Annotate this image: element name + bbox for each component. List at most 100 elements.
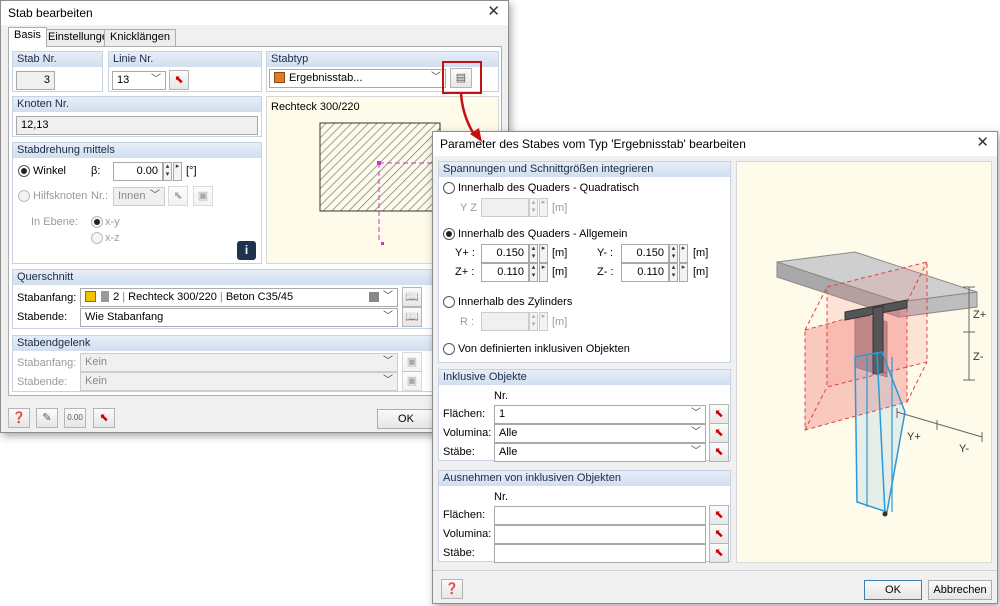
zylinder-radio[interactable] [443,296,455,308]
r-unit: [m] [552,316,567,328]
new-hinge-end-button[interactable]: ▣ [402,371,422,391]
beta-input[interactable]: 0.00 [113,162,163,181]
yp-input[interactable]: 0.150 [481,244,529,263]
yz-input[interactable] [481,198,529,217]
pick-aus-volumina-button[interactable]: ⬉ [709,524,729,544]
pick-line-button[interactable]: ⬉ [169,70,189,90]
help-button[interactable]: ❓ [441,579,463,599]
volumina-select[interactable]: Alle ﹀ [494,424,706,443]
tab-basis[interactable]: Basis [8,27,47,47]
help-button[interactable]: ❓ [8,408,30,428]
gelenk-anfang-select[interactable]: Kein ﹀ [80,353,398,372]
zm-menu-arrow[interactable]: ▸ [679,263,688,282]
title-bar: Stab bearbeiten ✕ [1,1,508,25]
ym-spinner[interactable]: ▴▾ [669,244,678,263]
group-header: Stabendgelenk [13,336,498,351]
new-hinge-button[interactable]: ▣ [402,352,422,372]
pick-aus-staebe-button[interactable]: ⬉ [709,543,729,563]
help-icon: ❓ [12,412,26,424]
chevron-down-icon: ﹀ [150,189,160,202]
pick-cursor-icon: ⬉ [714,509,723,521]
xz-radio[interactable] [91,232,103,244]
ok-button[interactable]: OK [377,409,435,429]
zp-spinner[interactable]: ▴▾ [529,263,538,282]
pick-aus-flaechen-button[interactable]: ⬉ [709,505,729,525]
flaechen-select[interactable]: 1 ﹀ [494,405,706,424]
library-icon: 📖 [405,291,419,303]
stabtyp-select[interactable]: Ergebnisstab... ﹀ [269,69,446,88]
linie-nr-select[interactable]: 13 ﹀ [112,71,166,90]
group-stabendgelenk: Stabendgelenk Stabanfang: Kein ﹀ ▣ Stabe… [12,335,499,392]
help-icon: ❓ [445,583,459,595]
group-header: Stabdrehung mittels [13,143,261,158]
winkel-radio[interactable] [18,165,30,177]
select-in-graphic-button[interactable]: ⬉ [93,408,115,428]
xy-radio[interactable] [91,216,103,228]
gelenk-ende-value: Kein [85,375,107,387]
yp-menu-arrow[interactable]: ▸ [539,244,548,263]
staebe-select[interactable]: Alle ﹀ [494,443,706,462]
new-node-button[interactable]: ▣ [193,186,213,206]
zp-input[interactable]: 0.110 [481,263,529,282]
hilfsknoten-select[interactable]: Innen ﹀ [113,187,165,206]
cancel-button[interactable]: Abbrechen [928,580,992,600]
querschnitt-ende-value: Wie Stabanfang [85,311,163,323]
yz-spinner[interactable]: ▴▾ [529,198,538,217]
chevron-down-icon: ﹀ [383,355,393,368]
section-library-end-button[interactable]: 📖 [402,307,422,327]
r-input[interactable] [481,312,529,331]
yp-spinner[interactable]: ▴▾ [529,244,538,263]
decimal-places-icon: 0.00 [67,413,83,422]
nr-column-header: Nr. [494,390,508,402]
nr-label: Nr.: [91,190,108,202]
beta-unit: [°] [186,165,197,177]
tab-knicklaengen[interactable]: Knicklängen [104,29,176,46]
close-icon[interactable]: ✕ [487,4,500,20]
beta-menu-arrow[interactable]: ▸ [173,162,182,181]
stabanfang-label: Stabanfang: [17,292,76,304]
result-beam-illustration: Z+ Z- Y+ Y- [736,161,992,563]
hilfsknoten-radio[interactable] [18,190,30,202]
ym-input[interactable]: 0.150 [621,244,669,263]
zp-menu-arrow[interactable]: ▸ [539,263,548,282]
pick-node-button[interactable]: ⬉ [168,186,188,206]
r-menu-arrow[interactable]: ▸ [539,312,548,331]
quader-quadratisch-radio[interactable] [443,182,455,194]
pick-staebe-button[interactable]: ⬉ [709,442,729,462]
aus-staebe-input[interactable] [494,544,706,563]
pick-flaechen-button[interactable]: ⬉ [709,404,729,424]
group-ausnehmen: Ausnehmen von inklusiven Objekten Nr. Fl… [438,470,731,562]
querschnitt-ende-select[interactable]: Wie Stabanfang ﹀ [80,308,398,327]
gelenk-anfang-label: Stabanfang: [17,357,76,369]
units-button[interactable]: 0.00 [64,408,86,428]
ym-menu-arrow[interactable]: ▸ [679,244,688,263]
zm-dimension-label: Z- [973,351,984,363]
inklusive-objekte-label: Von definierten inklusiven Objekten [458,343,630,355]
close-icon[interactable]: ✕ [976,135,989,151]
quader-allgemein-radio[interactable] [443,228,455,240]
footer-separator [433,570,997,571]
inklusive-objekte-radio[interactable] [443,343,455,355]
chevron-down-icon: ﹀ [691,445,701,458]
yz-menu-arrow[interactable]: ▸ [539,198,548,217]
ok-button[interactable]: OK [864,580,922,600]
aus-flaechen-input[interactable] [494,506,706,525]
aus-volumina-input[interactable] [494,525,706,544]
querschnitt-anfang-select[interactable]: 2 | Rechteck 300/220 | Beton C35/45 ﹀ [80,288,398,307]
pick-volumina-button[interactable]: ⬉ [709,423,729,443]
info-button[interactable]: i [237,241,256,260]
pick-cursor-icon: ⬉ [173,190,182,202]
zm-spinner[interactable]: ▴▾ [669,263,678,282]
zm-input[interactable]: 0.110 [621,263,669,282]
ym-label: Y- : [597,247,613,259]
staebe-value: Alle [499,446,517,458]
ergebnisstab-parameter-dialog: Parameter des Stabes vom Typ 'Ergebnisst… [432,131,998,604]
section-library-button[interactable]: 📖 [402,287,422,307]
edit-button[interactable]: ✎ [36,408,58,428]
gelenk-anfang-value: Kein [85,356,107,368]
zylinder-label: Innerhalb des Zylinders [458,296,572,308]
gelenk-ende-select[interactable]: Kein ﹀ [80,372,398,391]
beta-spinner[interactable]: ▴▾ [163,162,172,181]
r-spinner[interactable]: ▴▾ [529,312,538,331]
group-spannungen: Spannungen und Schnittgrößen integrieren… [438,161,731,363]
